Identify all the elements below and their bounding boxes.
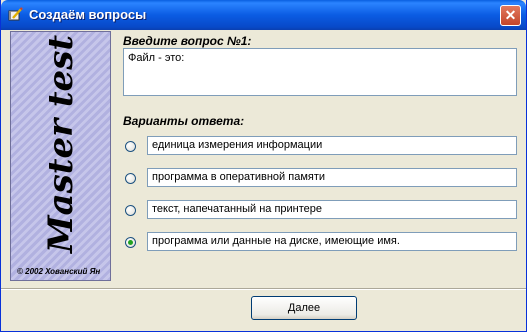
- answer-input[interactable]: программа или данные на диске, имеющие и…: [147, 232, 517, 251]
- sidebar-banner: Master test © 2002 Хованский Ян: [10, 31, 111, 281]
- answers-label: Варианты ответа:: [123, 114, 245, 128]
- answer-input[interactable]: текст, напечатанный на принтере: [147, 200, 517, 219]
- answer-input[interactable]: программа в оперативной памяти: [147, 168, 517, 187]
- answer-radio[interactable]: [125, 205, 136, 216]
- question-label: Введите вопрос №1:: [123, 34, 252, 48]
- question-input[interactable]: Файл - это:: [123, 48, 517, 96]
- dialog-window: Создаём вопросы ✕ Master test © 2002 Хов…: [0, 0, 527, 332]
- window-title: Создаём вопросы: [29, 7, 147, 22]
- next-button[interactable]: Далее: [251, 296, 357, 320]
- answer-radio[interactable]: [125, 141, 136, 152]
- answer-option-1: единица измерения информации: [123, 136, 518, 158]
- title-bar[interactable]: Создаём вопросы ✕: [1, 0, 526, 30]
- copyright-text: © 2002 Хованский Ян: [17, 267, 101, 276]
- footer-divider: [1, 288, 526, 290]
- answer-input[interactable]: единица измерения информации: [147, 136, 517, 155]
- book-pencil-icon: [8, 7, 23, 21]
- sidebar-title: Master test: [40, 34, 81, 254]
- close-button[interactable]: ✕: [500, 5, 521, 26]
- answer-option-4: программа или данные на диске, имеющие и…: [123, 232, 518, 254]
- answer-radio[interactable]: [125, 237, 136, 248]
- answer-option-2: программа в оперативной памяти: [123, 168, 518, 190]
- answer-radio[interactable]: [125, 173, 136, 184]
- answer-option-3: текст, напечатанный на принтере: [123, 200, 518, 222]
